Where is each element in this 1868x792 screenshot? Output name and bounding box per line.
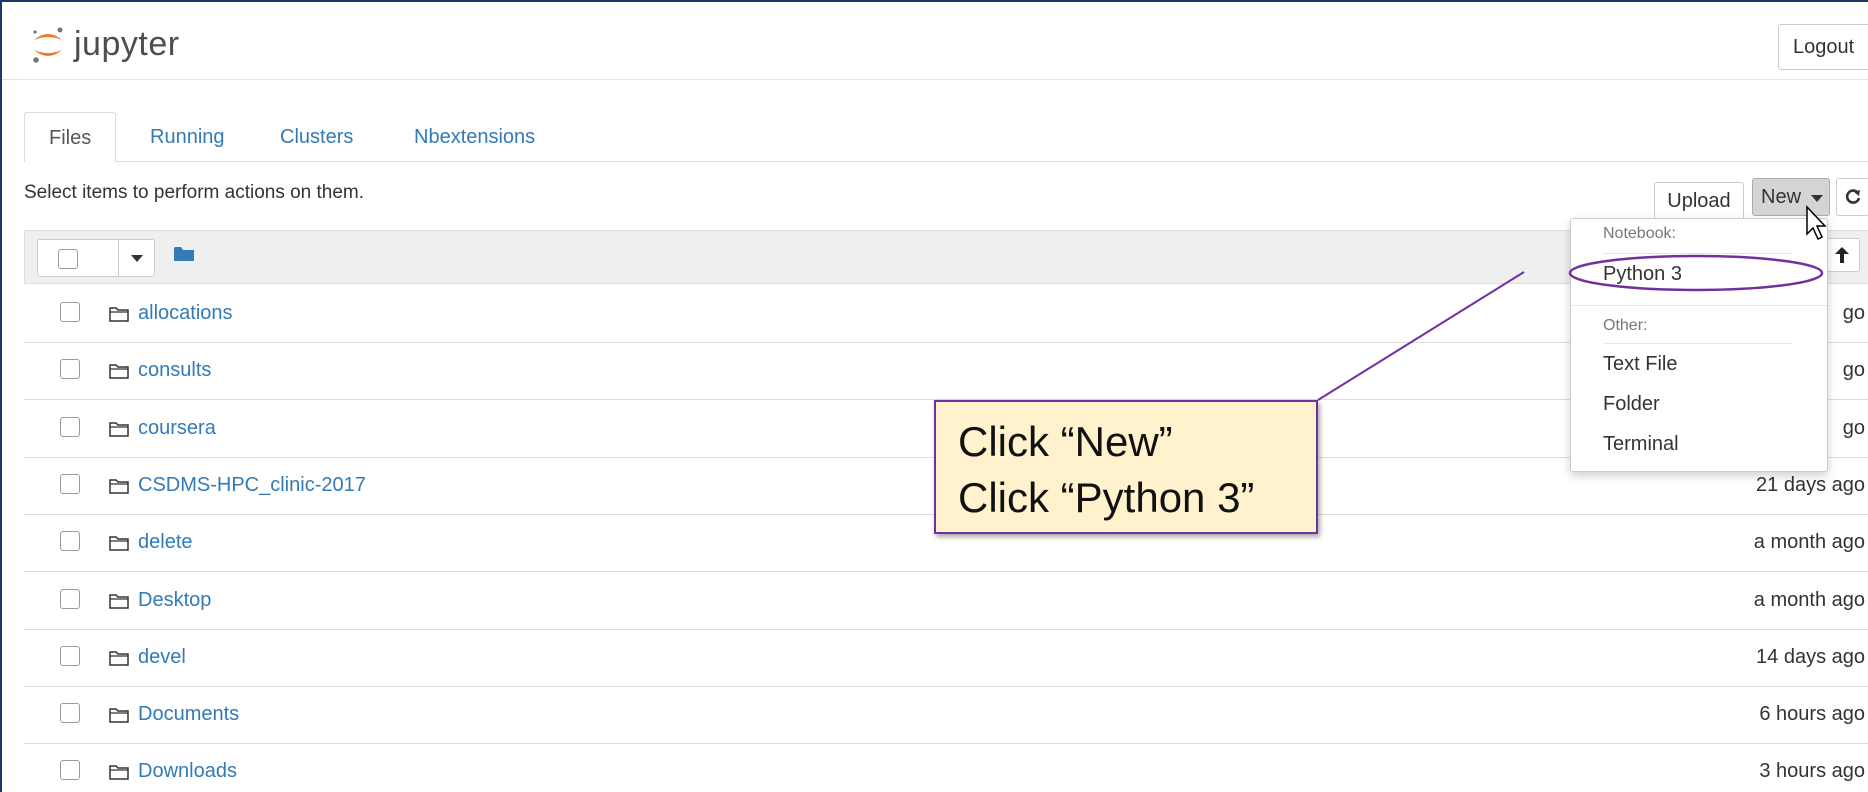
jupyter-file-browser: jupyter Logout Files Running Clusters Nb…	[0, 0, 1868, 792]
row-checkbox[interactable]	[60, 645, 80, 666]
row-checkbox[interactable]	[60, 760, 80, 781]
file-row[interactable]: devel 14 days ago	[24, 630, 1868, 687]
folder-outline-icon	[109, 479, 129, 494]
menu-item-text-file[interactable]: Text File	[1603, 353, 1677, 376]
folder-outline-icon	[109, 421, 129, 437]
upload-button[interactable]: Upload	[1654, 182, 1744, 220]
folder-outline-icon	[109, 708, 129, 723]
callout-line-1: Click “New”	[958, 418, 1173, 465]
new-button-label: New	[1761, 186, 1802, 208]
file-name-link[interactable]: Desktop	[138, 589, 211, 612]
row-checkbox[interactable]	[60, 359, 80, 380]
tab-running[interactable]: Running	[150, 112, 225, 162]
last-modified: a month ago	[1753, 531, 1865, 554]
last-modified: 3 hours ago	[1759, 760, 1865, 783]
folder-outline-icon	[109, 536, 129, 551]
row-checkbox[interactable]	[60, 302, 80, 322]
last-modified: 21 days ago	[1756, 473, 1865, 496]
new-dropdown-menu: Notebook: Python 3 Other: Text File Fold…	[1570, 218, 1828, 472]
row-checkbox[interactable]	[60, 531, 80, 552]
new-button[interactable]: New	[1752, 178, 1830, 216]
row-checkbox[interactable]	[60, 473, 80, 494]
divider	[1571, 305, 1827, 306]
row-checkbox[interactable]	[60, 416, 80, 437]
folder-outline-icon	[109, 593, 129, 609]
arrow-up-icon	[1835, 247, 1849, 263]
file-name-link[interactable]: delete	[138, 531, 193, 554]
folder-icon[interactable]	[173, 245, 195, 263]
folder-outline-icon	[109, 307, 129, 322]
notebook-section-header: Notebook:	[1603, 225, 1676, 242]
selection-dropdown-caret-icon[interactable]	[131, 255, 143, 262]
folder-outline-icon	[109, 364, 129, 380]
select-all-checkbox[interactable]	[58, 249, 78, 269]
instruction-callout: Click “New” Click “Python 3”	[934, 400, 1318, 534]
divider	[1603, 253, 1793, 254]
last-modified: 14 days ago	[1756, 645, 1865, 668]
divider	[118, 240, 119, 276]
tab-bar: Files Running Clusters Nbextensions	[24, 112, 1868, 163]
file-name-link[interactable]: CSDMS-HPC_clinic-2017	[138, 474, 366, 497]
other-section-header: Other:	[1603, 317, 1648, 334]
last-modified: 6 hours ago	[1759, 703, 1865, 726]
tab-nbextensions[interactable]: Nbextensions	[414, 112, 535, 162]
jupyter-logo-icon	[33, 27, 63, 63]
folder-outline-icon	[109, 651, 129, 666]
callout-line-2: Click “Python 3”	[958, 474, 1255, 521]
selection-hint: Select items to perform actions on them.	[24, 182, 365, 203]
tab-files[interactable]: Files	[24, 112, 117, 163]
file-name-link[interactable]: Documents	[138, 703, 239, 726]
file-row[interactable]: Documents 6 hours ago	[24, 687, 1868, 745]
row-checkbox[interactable]	[60, 588, 80, 609]
divider	[1603, 343, 1793, 344]
folder-outline-icon	[109, 765, 129, 781]
jupyter-logo[interactable]: jupyter	[30, 20, 180, 68]
tab-clusters[interactable]: Clusters	[280, 112, 353, 162]
file-name-link[interactable]: Downloads	[138, 760, 237, 783]
chevron-down-icon	[1811, 195, 1823, 202]
row-checkbox[interactable]	[60, 703, 80, 724]
menu-item-python3[interactable]: Python 3	[1603, 263, 1682, 286]
menu-item-folder[interactable]: Folder	[1603, 393, 1660, 416]
select-all-control	[37, 239, 155, 277]
file-name-link[interactable]: devel	[138, 646, 186, 669]
refresh-button[interactable]	[1836, 178, 1868, 216]
file-row[interactable]: Downloads 3 hours ago	[24, 744, 1868, 792]
file-name-link[interactable]: allocations	[138, 302, 233, 325]
file-name-link[interactable]: consults	[138, 359, 211, 382]
logout-button[interactable]: Logout	[1778, 24, 1868, 70]
menu-item-terminal[interactable]: Terminal	[1603, 433, 1679, 456]
header: jupyter Logout	[2, 2, 1868, 80]
file-row[interactable]: Desktop a month ago	[24, 573, 1868, 630]
sort-button[interactable]	[1824, 238, 1860, 272]
logo-text: jupyter	[74, 24, 180, 63]
last-modified: a month ago	[1753, 588, 1865, 611]
refresh-icon	[1845, 189, 1861, 204]
file-name-link[interactable]: coursera	[138, 417, 216, 440]
